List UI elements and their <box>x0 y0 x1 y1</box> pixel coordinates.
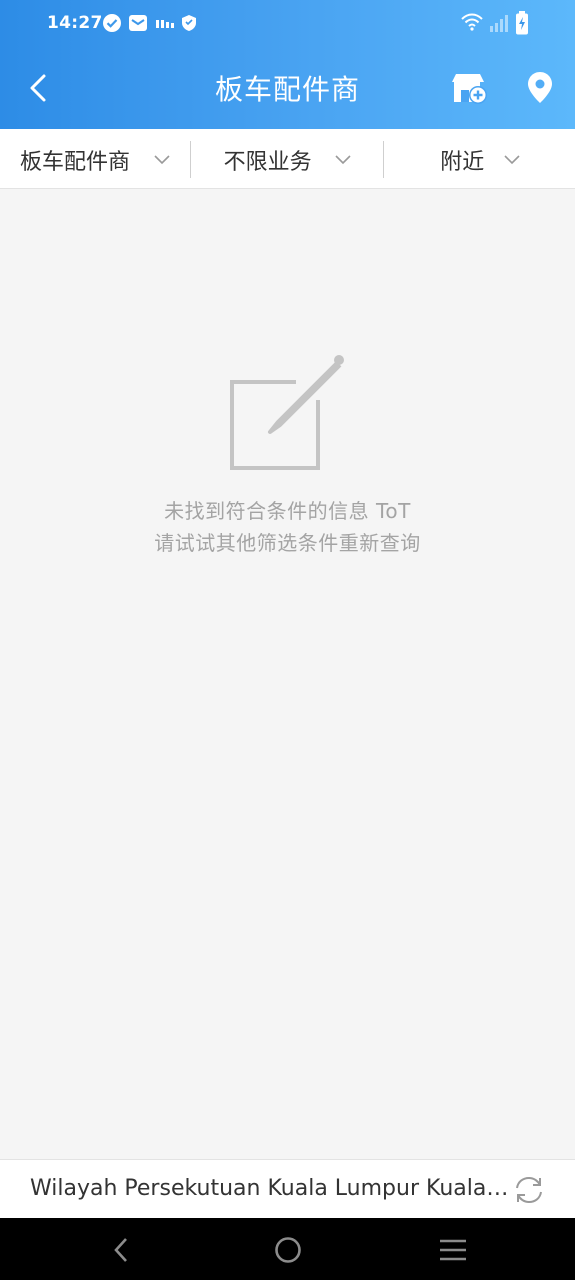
wifi-icon <box>461 12 483 36</box>
empty-state: 未找到符合条件的信息 ToT 请试试其他筛选条件重新查询 <box>0 350 575 570</box>
system-nav-bar <box>0 1218 575 1280</box>
status-time: 14:27 <box>47 13 103 33</box>
add-shop-button[interactable] <box>450 68 490 108</box>
filter-distance[interactable]: 附近 <box>383 129 575 189</box>
nav-back-button[interactable] <box>104 1233 138 1267</box>
empty-message-line2: 请试试其他筛选条件重新查询 <box>154 531 421 555</box>
app-header: 14:27 板车配件商 <box>0 0 575 129</box>
empty-message-line1: 未找到符合条件的信息 ToT <box>164 499 411 523</box>
shield-icon <box>181 14 197 36</box>
location-button[interactable] <box>524 68 556 108</box>
refresh-icon <box>512 1176 546 1211</box>
nav-home-icon <box>271 1237 305 1271</box>
filter-bar: 板车配件商 不限业务 附近 <box>0 129 575 189</box>
refresh-location-button[interactable] <box>512 1173 546 1207</box>
title-bar: 板车配件商 <box>0 48 575 129</box>
nav-back-icon <box>104 1238 138 1271</box>
shop-add-icon <box>450 74 490 112</box>
chevron-down-icon <box>153 151 171 165</box>
filter-category[interactable]: 板车配件商 <box>0 129 192 189</box>
filter-distance-label: 附近 <box>440 150 485 175</box>
map-pin-icon <box>524 72 556 112</box>
current-location-text: Wilayah Persekutuan Kuala Lumpur Kuala L… <box>30 1176 510 1201</box>
filter-business[interactable]: 不限业务 <box>192 129 384 189</box>
current-location-bar: Wilayah Persekutuan Kuala Lumpur Kuala L… <box>0 1159 575 1218</box>
edit-note-icon <box>226 352 350 472</box>
chevron-down-icon <box>503 151 521 165</box>
back-button[interactable] <box>24 70 54 106</box>
check-circle-icon <box>102 13 122 37</box>
battery-charging-icon <box>515 11 529 39</box>
nav-home-button[interactable] <box>271 1233 305 1267</box>
filter-business-label: 不限业务 <box>223 150 312 175</box>
cellular-signal-icon <box>488 13 510 37</box>
nav-menu-icon <box>436 1239 470 1271</box>
mail-icon <box>128 13 148 37</box>
status-bar: 14:27 <box>0 0 575 48</box>
chevron-left-icon <box>24 74 54 110</box>
nav-menu-button[interactable] <box>436 1233 470 1267</box>
filter-category-label: 板车配件商 <box>20 150 131 175</box>
chevron-down-icon <box>334 151 352 165</box>
signal-label-icon <box>155 16 175 35</box>
